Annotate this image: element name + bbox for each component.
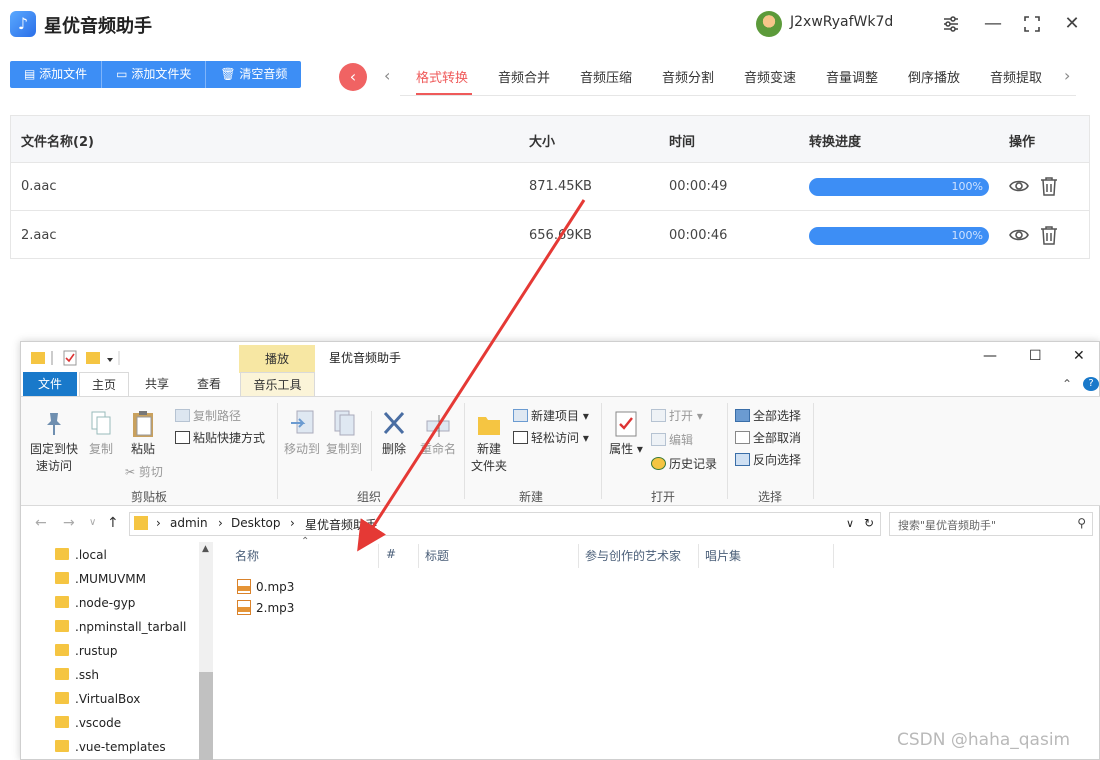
annotation-arrow-icon — [357, 199, 586, 552]
watermark: CSDN @haha_qasim — [897, 730, 1071, 750]
